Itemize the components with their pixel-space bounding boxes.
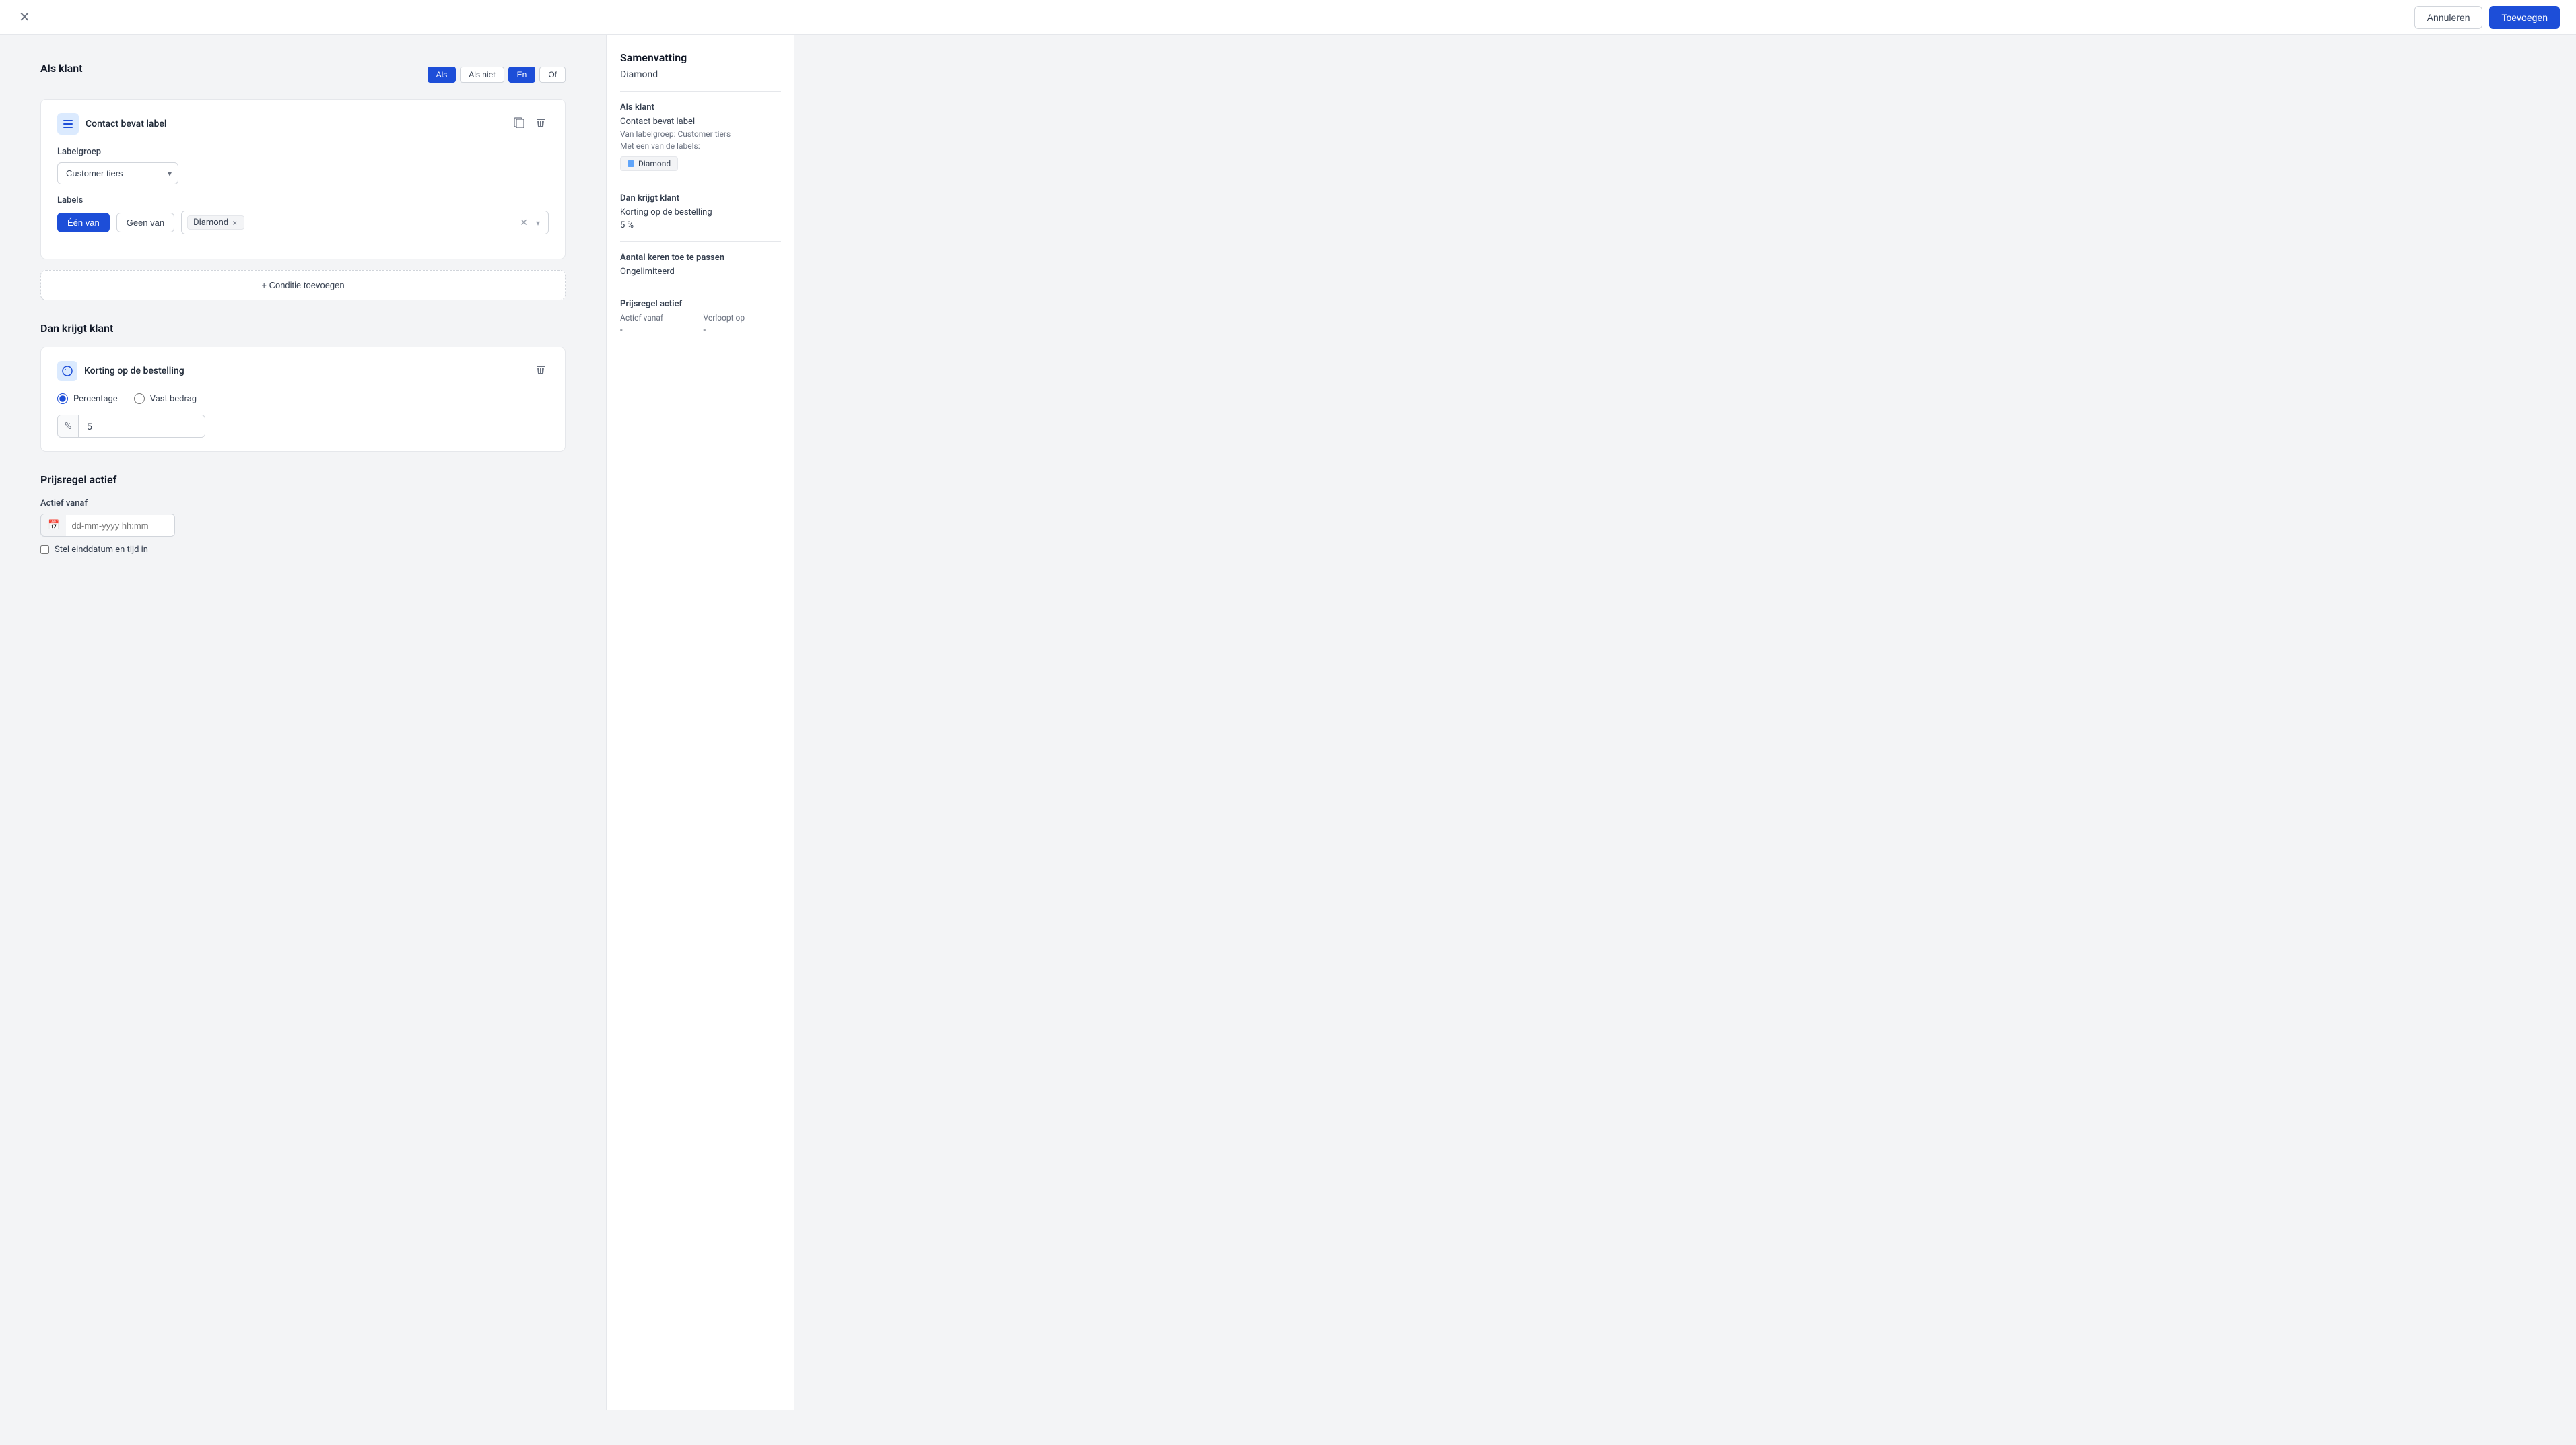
condition-actions xyxy=(511,114,549,134)
aantal-keren-label: Aantal keren toe te passen xyxy=(620,253,781,263)
verloopt-op-col-val: - xyxy=(704,325,782,335)
labels-row: Één van Geen van Diamond × ✕ ▾ xyxy=(57,211,549,234)
discount-header: Korting op de bestelling xyxy=(57,361,549,381)
discount-input-wrapper: % xyxy=(57,415,205,438)
prijsregel-summary-label: Prijsregel actief xyxy=(620,299,781,309)
toggle-of[interactable]: Of xyxy=(539,67,566,83)
delete-condition-button[interactable] xyxy=(533,114,549,134)
toggle-als[interactable]: Als xyxy=(428,67,456,83)
toggle-als-niet[interactable]: Als niet xyxy=(460,67,504,83)
condition-title: Contact bevat label xyxy=(86,119,166,129)
als-klant-toggle-group: Als Als niet En Of xyxy=(428,67,566,83)
van-labelgroep-value: Customer tiers xyxy=(678,129,731,139)
verloopt-op-col: Verloopt op - xyxy=(704,313,782,335)
toggle-geen-van[interactable]: Geen van xyxy=(116,213,174,232)
actief-vanaf-col-val: - xyxy=(620,325,698,335)
calendar-icon: 📅 xyxy=(41,514,66,536)
badge-label: Diamond xyxy=(638,159,671,168)
top-bar: ✕ Annuleren Toevoegen xyxy=(0,0,2576,35)
labelgroep-label: Labelgroep xyxy=(57,147,549,157)
discount-value-input[interactable] xyxy=(79,415,205,437)
main-layout: Als klant Als Als niet En Of xyxy=(0,35,2576,1410)
contact-bevat-summary: Contact bevat label xyxy=(620,116,781,127)
radio-group: Percentage Vast bedrag xyxy=(57,393,549,404)
radio-percentage-label: Percentage xyxy=(73,394,118,404)
korting-summary-label: Korting op de bestelling xyxy=(620,207,781,217)
close-button[interactable]: ✕ xyxy=(16,6,33,28)
met-een-van-summary: Met een van de labels: xyxy=(620,141,781,151)
percent-icon: % xyxy=(58,415,79,437)
van-labelgroep-prefix: Van labelgroep: xyxy=(620,129,676,139)
radio-vast-label: Vast bedrag xyxy=(150,394,197,404)
sidebar-divider-1 xyxy=(620,91,781,92)
sidebar-divider-3 xyxy=(620,241,781,242)
radio-vast[interactable]: Vast bedrag xyxy=(134,393,197,404)
condition-header: Contact bevat label xyxy=(57,113,549,135)
verloopt-op-col-label: Verloopt op xyxy=(704,313,782,323)
labelgroep-select-wrapper: Customer tiers ▾ xyxy=(57,162,178,184)
save-button[interactable]: Toevoegen xyxy=(2489,6,2560,29)
tag-label: Diamond xyxy=(193,217,228,228)
diamond-badge: Diamond xyxy=(620,156,678,171)
labelgroep-group: Labelgroep Customer tiers ▾ xyxy=(57,147,549,184)
sidebar-panel: Samenvatting Diamond Als klant Contact b… xyxy=(606,35,794,1410)
badge-dot xyxy=(628,160,634,167)
discount-title-row: Korting op de bestelling xyxy=(57,361,184,381)
toggle-een-van[interactable]: Één van xyxy=(57,213,110,232)
prijsregel-dates: Actief vanaf - Verloopt op - xyxy=(620,313,781,335)
discount-title: Korting op de bestelling xyxy=(84,366,184,376)
summary-title: Samenvatting xyxy=(620,51,781,64)
condition-block: Contact bevat label xyxy=(40,99,566,259)
discount-block: Korting op de bestelling Percentage xyxy=(40,347,566,452)
dan-krijgt-title: Dan krijgt klant xyxy=(40,322,566,335)
cancel-button[interactable]: Annuleren xyxy=(2414,6,2483,29)
labelgroep-select[interactable]: Customer tiers xyxy=(57,162,178,184)
actief-vanaf-group: Actief vanaf 📅 Stel einddatum en tijd in xyxy=(40,498,566,555)
toggle-en[interactable]: En xyxy=(508,67,536,83)
actief-vanaf-input[interactable] xyxy=(66,515,175,536)
tag-diamond: Diamond × xyxy=(187,215,244,230)
summary-subtitle: Diamond xyxy=(620,69,781,80)
condition-list-icon xyxy=(57,113,79,135)
actief-vanaf-label: Actief vanaf xyxy=(40,498,566,508)
aantal-keren-value: Ongelimiteerd xyxy=(620,267,781,277)
als-klant-section-header: Als klant Als Als niet En Of xyxy=(40,62,566,87)
clear-tags-button[interactable]: ✕ xyxy=(517,214,531,231)
tags-actions: ✕ ▾ xyxy=(517,214,543,231)
add-condition-button[interactable]: + Conditie toevoegen xyxy=(40,270,566,300)
van-labelgroep-summary: Van labelgroep: Customer tiers xyxy=(620,129,781,139)
tags-input[interactable]: Diamond × ✕ ▾ xyxy=(181,211,549,234)
discount-icon xyxy=(57,361,77,381)
actief-vanaf-wrapper[interactable]: 📅 xyxy=(40,514,175,537)
labels-label: Labels xyxy=(57,195,549,205)
condition-title-row: Contact bevat label xyxy=(57,113,166,135)
radio-vast-input[interactable] xyxy=(134,393,145,404)
korting-summary-value: 5 % xyxy=(620,220,781,230)
top-bar-actions: Annuleren Toevoegen xyxy=(2414,6,2560,29)
radio-percentage-input[interactable] xyxy=(57,393,68,404)
dan-krijgt-section: Dan krijgt klant Korting op de bestellin… xyxy=(40,322,566,452)
als-klant-title: Als klant xyxy=(40,62,83,75)
actief-vanaf-col-label: Actief vanaf xyxy=(620,313,698,323)
duplicate-condition-button[interactable] xyxy=(511,114,527,134)
prijsregel-section: Prijsregel actief Actief vanaf 📅 Stel ei… xyxy=(40,473,566,555)
tag-remove-button[interactable]: × xyxy=(231,218,238,228)
einddatum-checkbox[interactable] xyxy=(40,545,49,554)
prijsregel-title: Prijsregel actief xyxy=(40,473,566,486)
als-klant-summary-label: Als klant xyxy=(620,102,781,112)
form-area: Als klant Als Als niet En Of xyxy=(0,35,606,1410)
delete-discount-button[interactable] xyxy=(533,362,549,381)
expand-tags-button[interactable]: ▾ xyxy=(533,215,543,230)
radio-percentage[interactable]: Percentage xyxy=(57,393,118,404)
dan-krijgt-summary-label: Dan krijgt klant xyxy=(620,193,781,203)
einddatum-checkbox-label[interactable]: Stel einddatum en tijd in xyxy=(40,545,566,555)
actief-vanaf-col: Actief vanaf - xyxy=(620,313,698,335)
labels-group: Labels Één van Geen van Diamond × ✕ ▾ xyxy=(57,195,549,234)
einddatum-label: Stel einddatum en tijd in xyxy=(55,545,148,555)
